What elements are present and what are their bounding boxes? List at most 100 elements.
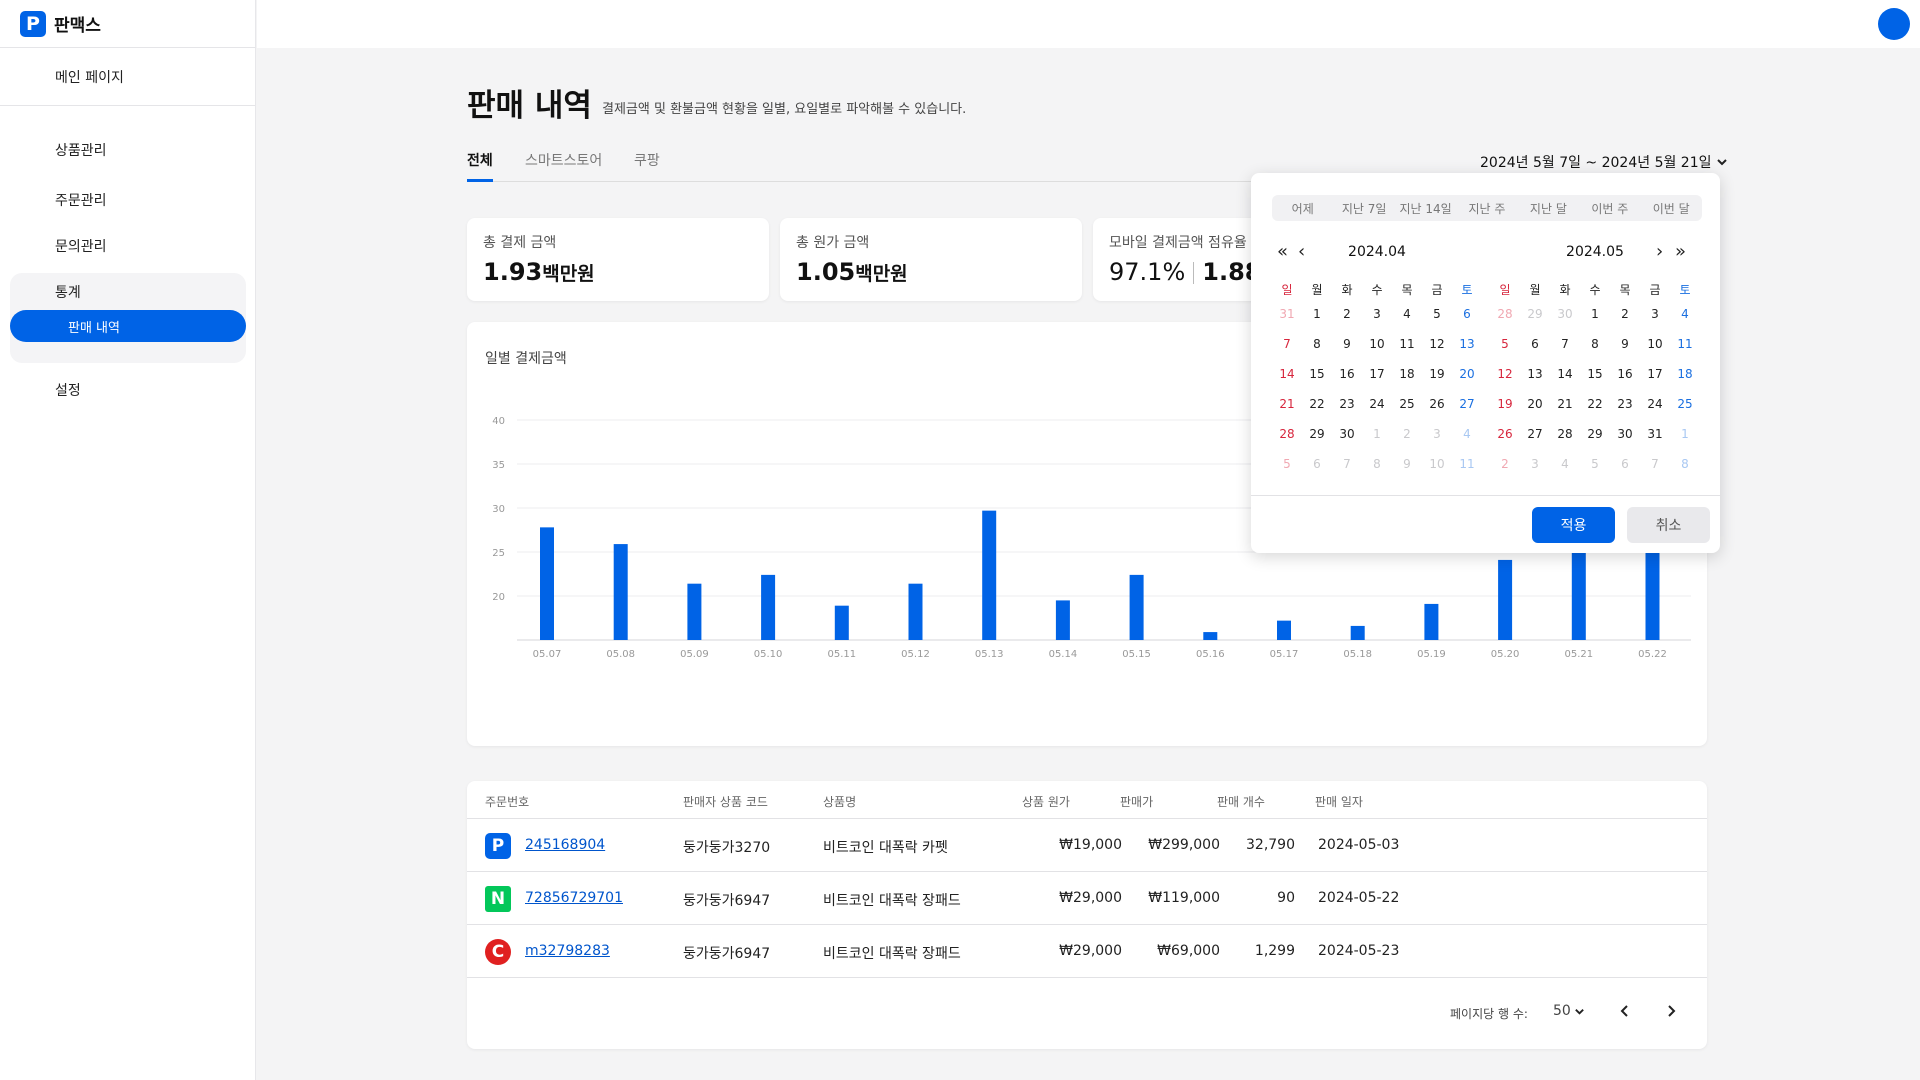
calendar-day[interactable]: 4: [1550, 449, 1580, 479]
calendar-day[interactable]: 13: [1520, 359, 1550, 389]
calendar-day[interactable]: 30: [1332, 419, 1362, 449]
preset-this-week[interactable]: 이번 주: [1579, 195, 1640, 221]
bar[interactable]: [834, 605, 849, 640]
calendar-day[interactable]: 20: [1520, 389, 1550, 419]
sidebar-item-settings[interactable]: 설정: [55, 380, 81, 400]
calendar-day[interactable]: 5: [1272, 449, 1302, 479]
table-row[interactable]: N 72856729701 둥가둥가6947 비트코인 대폭락 장패드 ₩29,…: [467, 872, 1707, 925]
calendar-day[interactable]: 30: [1610, 419, 1640, 449]
double-chevron-right-icon[interactable]: »: [1675, 241, 1686, 263]
calendar-day[interactable]: 6: [1452, 299, 1482, 329]
bar[interactable]: [1055, 600, 1070, 640]
calendar-day[interactable]: 13: [1452, 329, 1482, 359]
calendar-day[interactable]: 23: [1332, 389, 1362, 419]
calendar-day[interactable]: 26: [1422, 389, 1452, 419]
calendar-day[interactable]: 30: [1550, 299, 1580, 329]
calendar-day[interactable]: 14: [1272, 359, 1302, 389]
order-link[interactable]: m32798283: [525, 943, 610, 959]
calendar-day[interactable]: 27: [1452, 389, 1482, 419]
calendar-day[interactable]: 25: [1392, 389, 1422, 419]
calendar-day[interactable]: 9: [1610, 329, 1640, 359]
calendar-day[interactable]: 14: [1550, 359, 1580, 389]
calendar-day[interactable]: 4: [1392, 299, 1422, 329]
calendar-day[interactable]: 22: [1580, 389, 1610, 419]
bar[interactable]: [687, 583, 702, 640]
calendar-day[interactable]: 8: [1670, 449, 1700, 479]
calendar-day[interactable]: 16: [1610, 359, 1640, 389]
order-link[interactable]: 72856729701: [525, 890, 623, 906]
sidebar-item-inquiries[interactable]: 문의관리: [55, 236, 107, 256]
rows-per-page-select[interactable]: 50: [1553, 1003, 1585, 1019]
calendar-day[interactable]: 29: [1520, 299, 1550, 329]
calendar-day[interactable]: 10: [1640, 329, 1670, 359]
preset-last-14-days[interactable]: 지난 14일: [1395, 195, 1456, 221]
calendar-day[interactable]: 19: [1490, 389, 1520, 419]
calendar-day[interactable]: 2: [1610, 299, 1640, 329]
bar[interactable]: [1498, 559, 1513, 640]
calendar-day[interactable]: 1: [1580, 299, 1610, 329]
calendar-day[interactable]: 31: [1272, 299, 1302, 329]
sidebar-item-orders[interactable]: 주문관리: [55, 190, 107, 210]
calendar-day[interactable]: 1: [1670, 419, 1700, 449]
cancel-button[interactable]: 취소: [1627, 507, 1710, 543]
calendar-day[interactable]: 10: [1422, 449, 1452, 479]
prev-page-button[interactable]: [1611, 997, 1639, 1025]
calendar-day[interactable]: 5: [1580, 449, 1610, 479]
bar[interactable]: [1129, 574, 1144, 640]
calendar-day[interactable]: 2: [1490, 449, 1520, 479]
calendar-day[interactable]: 12: [1490, 359, 1520, 389]
calendar-day[interactable]: 18: [1670, 359, 1700, 389]
next-page-button[interactable]: [1657, 997, 1685, 1025]
calendar-day[interactable]: 6: [1610, 449, 1640, 479]
calendar-day[interactable]: 11: [1670, 329, 1700, 359]
preset-last-7-days[interactable]: 지난 7일: [1333, 195, 1394, 221]
calendar-day[interactable]: 10: [1362, 329, 1392, 359]
calendar-day[interactable]: 31: [1640, 419, 1670, 449]
bar[interactable]: [1424, 603, 1439, 640]
calendar-day[interactable]: 1: [1302, 299, 1332, 329]
calendar-day[interactable]: 24: [1640, 389, 1670, 419]
bar[interactable]: [982, 510, 997, 640]
bar[interactable]: [761, 574, 776, 640]
calendar-day[interactable]: 7: [1272, 329, 1302, 359]
calendar-day[interactable]: 2: [1392, 419, 1422, 449]
tab-smartstore[interactable]: 스마트스토어: [525, 150, 602, 182]
calendar-day[interactable]: 11: [1452, 449, 1482, 479]
tab-all[interactable]: 전체: [467, 150, 493, 182]
calendar-day[interactable]: 21: [1272, 389, 1302, 419]
calendar-day[interactable]: 3: [1520, 449, 1550, 479]
preset-last-week[interactable]: 지난 주: [1456, 195, 1517, 221]
sidebar-item-main[interactable]: 메인 페이지: [0, 48, 255, 106]
calendar-day[interactable]: 28: [1550, 419, 1580, 449]
calendar-day[interactable]: 15: [1302, 359, 1332, 389]
calendar-day[interactable]: 7: [1640, 449, 1670, 479]
calendar-day[interactable]: 3: [1422, 419, 1452, 449]
calendar-day[interactable]: 6: [1520, 329, 1550, 359]
calendar-day[interactable]: 3: [1640, 299, 1670, 329]
calendar-day[interactable]: 9: [1392, 449, 1422, 479]
calendar-day[interactable]: 8: [1362, 449, 1392, 479]
calendar-day[interactable]: 23: [1610, 389, 1640, 419]
bar[interactable]: [613, 544, 628, 640]
calendar-day[interactable]: 15: [1580, 359, 1610, 389]
chevron-right-icon[interactable]: ›: [1656, 241, 1663, 263]
preset-last-month[interactable]: 지난 달: [1518, 195, 1579, 221]
bar[interactable]: [1350, 625, 1365, 640]
calendar-day[interactable]: 22: [1302, 389, 1332, 419]
calendar-day[interactable]: 2: [1332, 299, 1362, 329]
calendar-day[interactable]: 5: [1490, 329, 1520, 359]
calendar-day[interactable]: 29: [1302, 419, 1332, 449]
calendar-day[interactable]: 8: [1580, 329, 1610, 359]
sidebar-item-stats[interactable]: 통계: [55, 282, 81, 302]
calendar-day[interactable]: 26: [1490, 419, 1520, 449]
calendar-day[interactable]: 8: [1302, 329, 1332, 359]
calendar-day[interactable]: 19: [1422, 359, 1452, 389]
calendar-day[interactable]: 7: [1332, 449, 1362, 479]
order-link[interactable]: 245168904: [525, 837, 605, 853]
bar[interactable]: [1203, 632, 1218, 640]
tab-coupang[interactable]: 쿠팡: [634, 150, 660, 182]
calendar-day[interactable]: 6: [1302, 449, 1332, 479]
calendar-day[interactable]: 1: [1362, 419, 1392, 449]
calendar-day[interactable]: 12: [1422, 329, 1452, 359]
calendar-day[interactable]: 24: [1362, 389, 1392, 419]
